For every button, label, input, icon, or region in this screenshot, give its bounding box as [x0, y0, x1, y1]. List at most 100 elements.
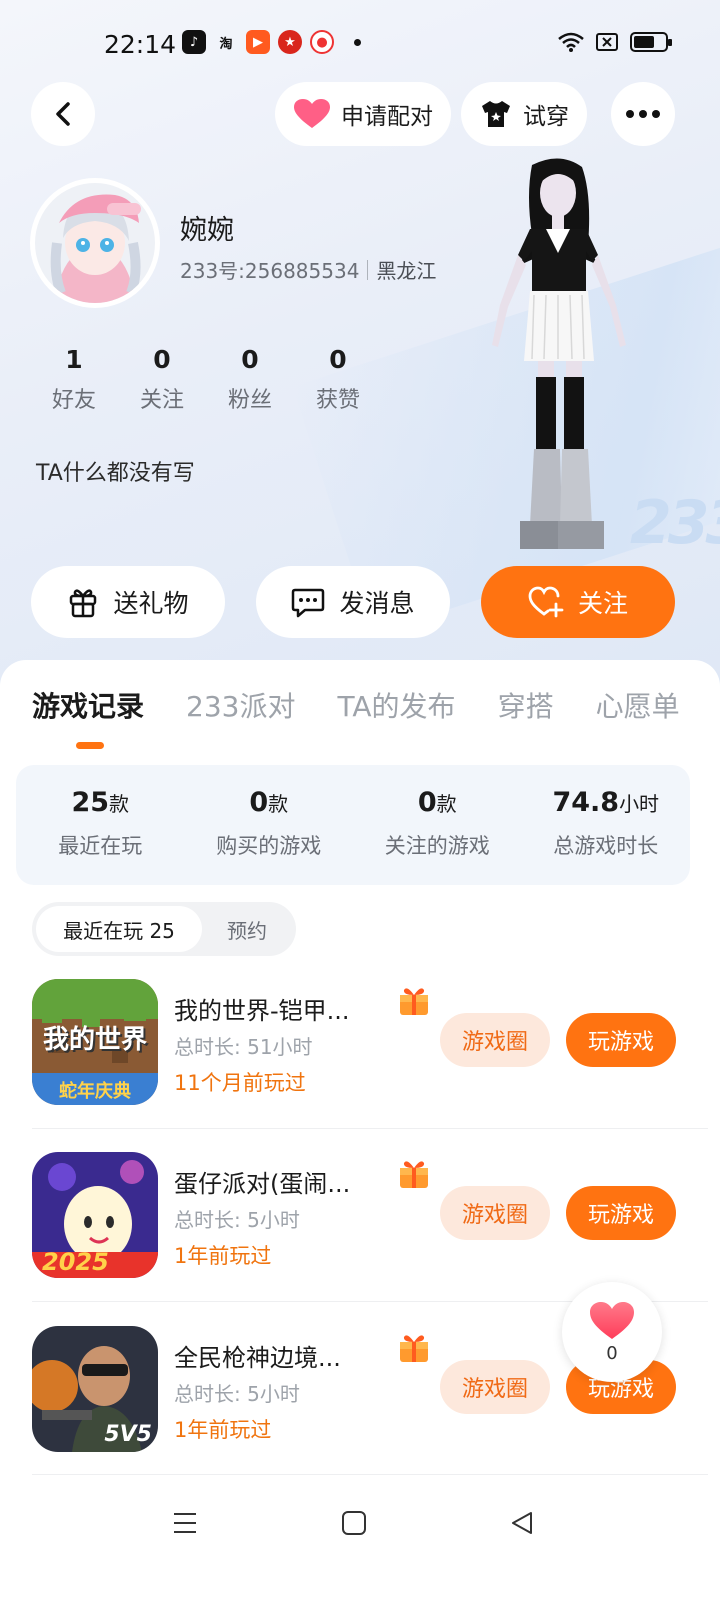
- back-nav-button[interactable]: [509, 1510, 535, 1540]
- summary-value: 25: [71, 787, 110, 818]
- summary-value: 74.8: [552, 787, 620, 818]
- send-gift-label: 送礼物: [113, 589, 189, 618]
- summary-total-time[interactable]: 74.8小时 总游戏时长: [522, 765, 691, 885]
- stat-value: 0: [329, 345, 347, 374]
- stat-fans[interactable]: 0 粉丝: [206, 345, 294, 414]
- profile-region: 黑龙江: [376, 259, 437, 283]
- recent-segment-control: 最近在玩 25 预约: [32, 902, 296, 956]
- profile-id[interactable]: 233号:256885534: [180, 255, 359, 284]
- game-icon-text: 2025: [42, 1248, 109, 1276]
- taobao-icon: 淘: [219, 36, 233, 52]
- game-title[interactable]: 蛋仔派对(蛋闹...: [174, 1164, 350, 1199]
- emblem-app-icon: ★: [278, 30, 302, 54]
- more-notifications-dot: [354, 38, 361, 46]
- tab-233-party[interactable]: 233派对: [186, 685, 295, 725]
- badge-233: 233: [630, 488, 720, 558]
- game-circle-button[interactable]: 游戏圈: [440, 1360, 550, 1414]
- summary-label: 最近在玩: [58, 834, 143, 858]
- play-game-button[interactable]: 玩游戏: [566, 1186, 676, 1240]
- gift-icon: [70, 589, 97, 618]
- stat-following[interactable]: 0 关注: [118, 345, 206, 414]
- game-icon-subtext: 蛇年庆典: [59, 1081, 131, 1102]
- summary-unit: 小时: [619, 792, 660, 816]
- game-circle-button[interactable]: 游戏圈: [440, 1013, 550, 1067]
- tab-posts[interactable]: TA的发布: [337, 685, 455, 725]
- battery-icon: [630, 32, 672, 52]
- stat-value: 0: [153, 345, 171, 374]
- segment-recent[interactable]: 最近在玩 25: [36, 906, 202, 952]
- stat-label: 粉丝: [227, 388, 272, 413]
- profile-stats: 1 好友 0 关注 0 粉丝 0 获赞: [30, 345, 382, 414]
- gift-box-icon[interactable]: [397, 985, 431, 1021]
- home-nav-button[interactable]: [341, 1510, 367, 1540]
- game-title[interactable]: 全民枪神边境...: [174, 1338, 341, 1373]
- game-icon-minecraft[interactable]: 我的世界 蛇年庆典: [32, 979, 158, 1105]
- avatar-character-3d[interactable]: [470, 155, 650, 565]
- active-tab-indicator: [76, 742, 104, 749]
- id-separator: [367, 259, 369, 280]
- summary-label: 总游戏时长: [553, 834, 659, 858]
- gift-box-icon[interactable]: [397, 1158, 431, 1194]
- wifi-icon: [558, 32, 584, 52]
- game-last-played: 1年前玩过: [174, 1418, 272, 1442]
- game-icon-text: 我的世界: [42, 1025, 147, 1055]
- heart-icon: [590, 1301, 634, 1339]
- status-bar: 22:14 ♪ 淘 ▶ ★ ●: [0, 20, 720, 70]
- game-icon-shooter[interactable]: 5V5: [32, 1326, 158, 1452]
- game-icon-text: 5V5: [104, 1422, 152, 1447]
- stat-value: 1: [65, 345, 83, 374]
- back-triangle-icon: [512, 1512, 532, 1534]
- tab-game-records[interactable]: 游戏记录: [32, 685, 144, 725]
- home-square-icon: [342, 1511, 366, 1535]
- game-duration: 总时长: 5小时: [174, 1382, 300, 1406]
- gift-box-icon[interactable]: [397, 1332, 431, 1368]
- tab-outfits[interactable]: 穿搭: [498, 685, 554, 725]
- follow-button[interactable]: 关注: [481, 566, 675, 638]
- profile-id-line: 233号:256885534 黑龙江: [180, 255, 436, 284]
- stat-friends[interactable]: 1 好友: [30, 345, 118, 414]
- summary-label: 购买的游戏: [216, 834, 322, 858]
- match-request-button[interactable]: 申请配对: [275, 82, 451, 146]
- avatar[interactable]: [30, 178, 160, 308]
- status-time: 22:14: [104, 30, 177, 59]
- summary-value: 0: [249, 787, 269, 818]
- heart-plus-icon: [528, 586, 564, 618]
- more-button[interactable]: [611, 82, 675, 146]
- summary-recent[interactable]: 25款 最近在玩: [16, 765, 185, 885]
- system-indicators: [558, 32, 672, 52]
- game-icon-eggy-party[interactable]: 2025: [32, 1152, 158, 1278]
- menu-icon: [174, 1513, 196, 1533]
- profile-tabs: 游戏记录 233派对 TA的发布 穿搭 心愿单: [32, 685, 680, 725]
- summary-unit: 款: [268, 792, 289, 816]
- tshirt-icon: [482, 101, 510, 127]
- play-game-button[interactable]: 玩游戏: [566, 1013, 676, 1067]
- back-button[interactable]: [31, 82, 95, 146]
- list-item[interactable]: 我的世界 蛇年庆典 我的世界-铠甲... 总时长: 51小时 11个月前玩过 游…: [0, 979, 720, 1153]
- game-duration: 总时长: 5小时: [174, 1208, 300, 1232]
- summary-followed[interactable]: 0款 关注的游戏: [353, 765, 522, 885]
- list-divider: [32, 1474, 708, 1475]
- summary-unit: 款: [436, 792, 457, 816]
- summary-label: 关注的游戏: [384, 834, 490, 858]
- tiktok-icon: ♪: [182, 30, 206, 54]
- game-last-played: 1年前玩过: [174, 1244, 272, 1268]
- chat-icon: [292, 588, 325, 618]
- send-message-label: 发消息: [339, 589, 415, 618]
- send-message-button[interactable]: 发消息: [256, 566, 450, 638]
- game-duration: 总时长: 51小时: [174, 1035, 313, 1059]
- game-summary-card: 25款 最近在玩 0款 购买的游戏 0款 关注的游戏 74.8小时 总游戏时长: [16, 765, 690, 885]
- menu-nav-button[interactable]: [172, 1510, 198, 1540]
- record-app-icon: ●: [310, 30, 334, 54]
- try-on-button[interactable]: 试穿: [461, 82, 587, 146]
- summary-purchased[interactable]: 0款 购买的游戏: [185, 765, 354, 885]
- stat-likes[interactable]: 0 获赞: [294, 345, 382, 414]
- segment-reserve[interactable]: 预约: [202, 906, 292, 952]
- game-circle-button[interactable]: 游戏圈: [440, 1186, 550, 1240]
- follow-label: 关注: [577, 589, 628, 618]
- tab-wishlist[interactable]: 心愿单: [596, 685, 680, 725]
- floating-like-button[interactable]: 0: [562, 1282, 662, 1382]
- like-count: 0: [606, 1342, 618, 1364]
- send-gift-button[interactable]: 送礼物: [31, 566, 225, 638]
- avatar-image: [35, 183, 155, 303]
- game-title[interactable]: 我的世界-铠甲...: [174, 991, 350, 1026]
